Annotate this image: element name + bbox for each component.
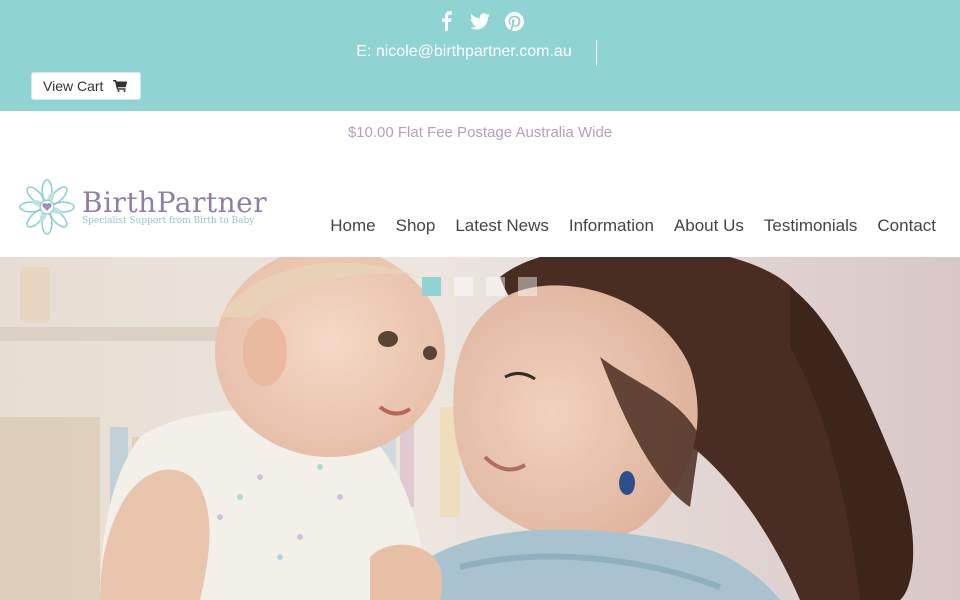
slider-dot-1[interactable] xyxy=(422,277,441,296)
view-cart-label: View Cart xyxy=(43,78,104,94)
nav-item-home[interactable]: Home xyxy=(330,216,375,236)
twitter-icon[interactable] xyxy=(470,10,490,32)
nav-item-latest-news[interactable]: Latest News xyxy=(455,216,549,236)
logo-text: BirthPartner Specialist Support from Bir… xyxy=(82,185,268,227)
postage-notice: $10.00 Flat Fee Postage Australia Wide xyxy=(347,124,613,141)
slider-dot-3[interactable] xyxy=(486,277,505,296)
social-links xyxy=(0,10,960,32)
email-divider xyxy=(596,40,597,66)
hero-slider-image xyxy=(0,257,960,600)
pinterest-icon[interactable] xyxy=(504,10,524,32)
email-prefix: E: xyxy=(356,43,372,60)
logo-tagline: Specialist Support from Birth to Baby xyxy=(82,215,255,226)
top-bar: E: nicole@birthpartner.com.au View Cart xyxy=(0,0,960,111)
site-logo[interactable]: BirthPartner Specialist Support from Bir… xyxy=(18,178,267,236)
email-link[interactable]: E: nicole@birthpartner.com.au xyxy=(356,42,587,62)
facebook-icon[interactable] xyxy=(436,10,456,32)
logo-name: BirthPartner xyxy=(82,185,268,219)
slider-dot-2[interactable] xyxy=(454,277,473,296)
contact-email-line: E: nicole@birthpartner.com.au xyxy=(0,42,960,62)
nav-item-testimonials[interactable]: Testimonials xyxy=(764,216,858,236)
mother-and-baby-photo xyxy=(0,257,960,600)
cart-icon xyxy=(113,80,128,92)
flower-logo-icon xyxy=(19,179,75,235)
nav-item-information[interactable]: Information xyxy=(569,216,654,236)
email-address: nicole@birthpartner.com.au xyxy=(375,43,572,60)
nav-item-about-us[interactable]: About Us xyxy=(674,216,744,236)
nav-item-contact[interactable]: Contact xyxy=(877,216,936,236)
view-cart-button[interactable]: View Cart xyxy=(31,72,141,100)
slider-dots xyxy=(422,277,537,296)
nav-item-shop[interactable]: Shop xyxy=(396,216,436,236)
main-nav: Home Shop Latest News Information About … xyxy=(330,216,936,236)
slider-dot-4[interactable] xyxy=(518,277,537,296)
